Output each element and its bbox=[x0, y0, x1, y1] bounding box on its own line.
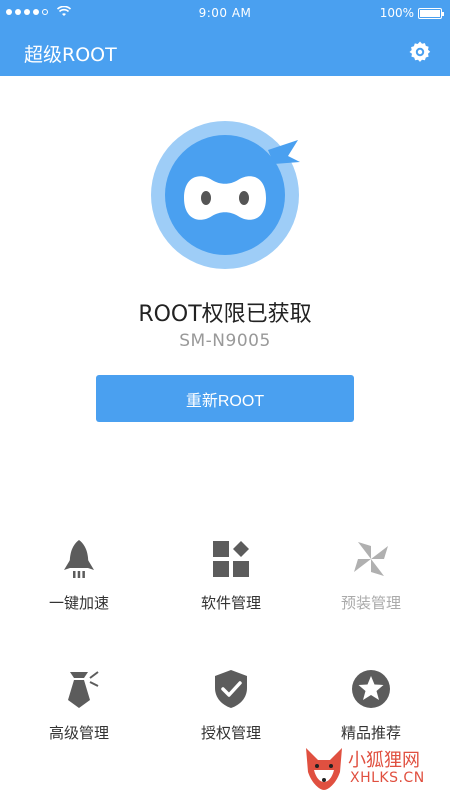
feature-label: 预装管理 bbox=[340, 594, 401, 612]
feature-quick-boost[interactable]: 一键加速 bbox=[4, 538, 154, 628]
feature-app-manager[interactable]: 软件管理 bbox=[156, 538, 306, 628]
feature-label: 一键加速 bbox=[48, 594, 109, 612]
feature-permission-manager[interactable]: 授权管理 bbox=[156, 668, 306, 758]
feature-label: 授权管理 bbox=[200, 724, 261, 742]
watermark: 小狐狸网 XHLKS.CN bbox=[302, 742, 442, 794]
battery-icon bbox=[418, 7, 444, 19]
device-model: SM-N9005 bbox=[179, 331, 271, 351]
apps-grid-icon bbox=[213, 541, 249, 577]
feature-label: 精品推荐 bbox=[340, 724, 401, 742]
pinwheel-icon bbox=[354, 542, 388, 576]
star-circle-icon bbox=[352, 670, 390, 708]
root-status-title: ROOT权限已获取 bbox=[138, 302, 312, 327]
app-title: 超级ROOT bbox=[24, 44, 117, 66]
feature-advanced-manager[interactable]: 高级管理 bbox=[4, 668, 154, 758]
reroot-button[interactable]: 重新ROOT bbox=[96, 375, 354, 422]
watermark-subtitle: XHLKS.CN bbox=[350, 770, 425, 786]
gear-icon[interactable] bbox=[408, 40, 432, 64]
ninja-mascot-icon bbox=[151, 121, 300, 269]
fox-logo-icon bbox=[306, 748, 342, 790]
battery-fill bbox=[420, 9, 440, 17]
battery-percent: 100% bbox=[379, 6, 414, 20]
status-bar: 9:00 AM 100% bbox=[0, 0, 450, 28]
tie-icon bbox=[68, 671, 99, 708]
feature-preinstalled-manager[interactable]: 预装管理 bbox=[296, 538, 446, 628]
shield-check-icon bbox=[215, 670, 247, 708]
feature-label: 高级管理 bbox=[48, 724, 109, 742]
app-bar: 超级ROOT bbox=[0, 28, 450, 76]
feature-label: 软件管理 bbox=[200, 594, 261, 612]
battery-indicator: 100% bbox=[379, 6, 444, 20]
rocket-icon bbox=[64, 540, 94, 578]
watermark-title: 小狐狸网 bbox=[348, 750, 420, 771]
